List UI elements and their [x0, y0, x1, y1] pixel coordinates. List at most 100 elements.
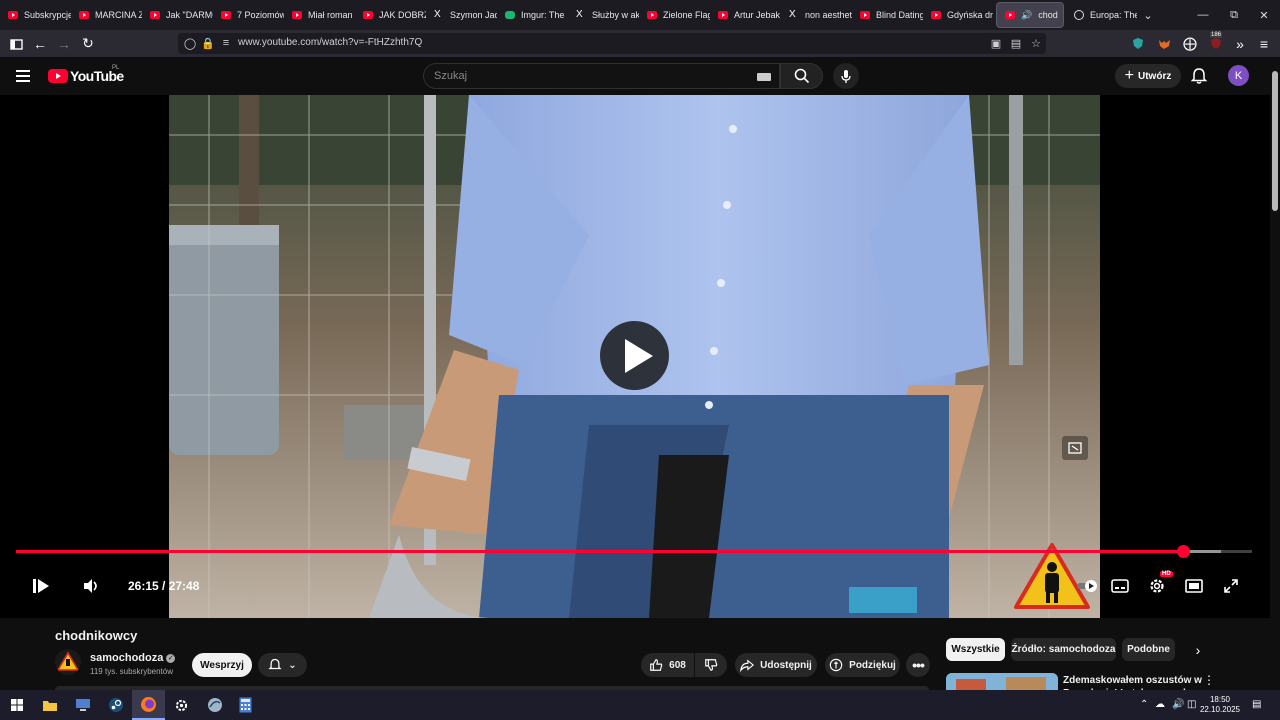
- browser-tab[interactable]: JAK DOBRZ: [355, 0, 426, 30]
- fullscreen-button[interactable]: [1219, 574, 1243, 598]
- bookmark-star-icon[interactable]: ☆: [1028, 35, 1044, 51]
- dislike-button[interactable]: [695, 653, 727, 677]
- autoplay-toggle[interactable]: [1075, 574, 1099, 598]
- file-explorer-icon[interactable]: [33, 690, 66, 720]
- thumbs-down-icon: [705, 659, 718, 671]
- browser-tab[interactable]: Zielone Flag: [639, 0, 710, 30]
- forward-button[interactable]: →: [53, 30, 75, 57]
- browser-tab[interactable]: 7 Poziomów: [213, 0, 284, 30]
- windows-start-icon[interactable]: [0, 690, 33, 720]
- search-input[interactable]: Szukaj: [434, 70, 467, 82]
- close-window-button[interactable]: ✕: [1248, 0, 1280, 30]
- recommended-video-title[interactable]: Zdemaskowałem oszustów w Barcelonie! Łat…: [1063, 674, 1203, 690]
- back-button[interactable]: ←: [29, 30, 51, 57]
- youtube-logo[interactable]: YouTube PL: [48, 65, 124, 84]
- channel-name-link[interactable]: samochodoza ✓: [90, 652, 176, 664]
- reader-view-icon[interactable]: ▤: [1008, 35, 1024, 51]
- chip-scroll-right-icon[interactable]: ›: [1188, 640, 1208, 660]
- chip-similar[interactable]: Podobne: [1122, 638, 1175, 661]
- chip-all[interactable]: Wszystkie: [946, 638, 1005, 661]
- like-button[interactable]: 608: [641, 653, 694, 677]
- x-icon: X: [434, 9, 441, 20]
- reload-button[interactable]: ↻: [77, 30, 99, 57]
- progress-bar[interactable]: [16, 545, 1252, 558]
- list-all-tabs-button[interactable]: ⌄: [1132, 0, 1164, 30]
- guide-menu-icon[interactable]: [16, 70, 30, 82]
- app-menu-icon[interactable]: ≡: [1253, 30, 1275, 57]
- support-label: Wesprzyj: [200, 659, 244, 671]
- url-text[interactable]: www.youtube.com/watch?v=-FtHZzhth7Q: [238, 37, 422, 48]
- notifications-bell-icon[interactable]: [1190, 67, 1208, 85]
- remote-desktop-icon[interactable]: [66, 690, 99, 720]
- steam-icon[interactable]: [99, 690, 132, 720]
- browser-tab[interactable]: X Służby w ak: [568, 0, 639, 30]
- tab-label: Subskrypcje: [24, 10, 71, 20]
- browser-tab[interactable]: Artur Jebak: [710, 0, 781, 30]
- recommended-more-icon[interactable]: ⋮: [1203, 673, 1215, 689]
- large-play-button[interactable]: [600, 321, 669, 390]
- browser-tab[interactable]: Blind Dating: [852, 0, 923, 30]
- theater-mode-button[interactable]: [1182, 574, 1206, 598]
- channel-name: samochodoza: [90, 652, 164, 664]
- create-button[interactable]: + Utwórz: [1115, 64, 1181, 88]
- vpn-app-icon[interactable]: [198, 690, 231, 720]
- picture-in-picture-icon[interactable]: ▣: [988, 35, 1004, 51]
- extension-fox-icon[interactable]: [1153, 30, 1175, 57]
- settings-app-icon[interactable]: [165, 690, 198, 720]
- support-button[interactable]: Wesprzyj: [192, 653, 252, 677]
- thanks-button[interactable]: Podziękuj: [825, 653, 900, 677]
- ublock-icon[interactable]: 186: [1205, 30, 1227, 57]
- permissions-icon[interactable]: ≡: [218, 35, 234, 51]
- search-box[interactable]: Szukaj: [423, 63, 780, 89]
- video-player[interactable]: 26:15 / 27:48 HD: [0, 95, 1270, 618]
- verified-check-icon: ✓: [166, 653, 176, 663]
- browser-tab[interactable]: Jak "DARMO: [142, 0, 213, 30]
- expand-overlay-icon[interactable]: [1062, 436, 1088, 460]
- tracking-shield-icon[interactable]: ◯: [182, 35, 198, 51]
- scrollbar-thumb[interactable]: [1272, 71, 1278, 211]
- notifications-center-icon[interactable]: ▤: [1252, 699, 1261, 710]
- page-scrollbar[interactable]: [1270, 57, 1280, 690]
- search-button[interactable]: [780, 63, 823, 89]
- network-tray-icon[interactable]: ◫: [1187, 699, 1196, 710]
- keyboard-icon[interactable]: [757, 73, 771, 81]
- browser-tab[interactable]: 🔊chod✕: [996, 2, 1064, 28]
- browser-tab[interactable]: MARCINA Z: [71, 0, 142, 30]
- tab-audio-speaker-icon[interactable]: 🔊: [1021, 10, 1032, 21]
- browser-tab[interactable]: Imgur: The: [497, 0, 568, 30]
- extensions-puzzle-icon[interactable]: ⨁: [1179, 30, 1201, 57]
- browser-tab[interactable]: X Szymon Jad: [426, 0, 497, 30]
- browser-tab[interactable]: Subskrypcje: [0, 0, 71, 30]
- browser-tab[interactable]: Gdyńska dr: [923, 0, 994, 30]
- calculator-icon[interactable]: [229, 690, 262, 720]
- share-button[interactable]: Udostępnij: [735, 653, 817, 677]
- volume-tray-icon[interactable]: 🔊: [1172, 699, 1184, 710]
- overflow-menu-icon[interactable]: »: [1229, 30, 1251, 57]
- tray-overflow-icon[interactable]: ⌃: [1140, 699, 1148, 710]
- extension-shield-icon[interactable]: [1127, 30, 1149, 57]
- recommended-video-thumbnail[interactable]: [946, 673, 1058, 690]
- play-button[interactable]: [29, 574, 53, 598]
- firefox-icon[interactable]: [132, 690, 165, 720]
- channel-avatar[interactable]: [55, 649, 81, 675]
- maximize-button[interactable]: ⧉: [1218, 0, 1250, 30]
- browser-tab[interactable]: Europa: The: [1066, 0, 1137, 30]
- sidebar-toggle-icon[interactable]: [5, 30, 27, 57]
- lock-icon[interactable]: 🔒: [200, 35, 216, 51]
- url-bar[interactable]: ◯ 🔒 ≡ www.youtube.com/watch?v=-FtHZzhth7…: [178, 33, 1046, 54]
- taskbar-clock[interactable]: 18:50 22.10.2025: [1198, 695, 1242, 715]
- settings-button[interactable]: [1145, 574, 1169, 598]
- browser-tab[interactable]: Xnon aesthet: [781, 0, 852, 30]
- account-avatar[interactable]: K: [1228, 65, 1249, 86]
- progress-scrubber-handle[interactable]: [1177, 545, 1191, 558]
- chip-source-channel[interactable]: Źródło: samochodoza: [1011, 638, 1116, 661]
- more-actions-button[interactable]: •••: [906, 653, 930, 677]
- minimize-button[interactable]: —: [1187, 0, 1219, 30]
- onedrive-cloud-icon[interactable]: ☁: [1155, 699, 1165, 710]
- voice-search-button[interactable]: [833, 63, 859, 89]
- browser-tab[interactable]: Miał roman: [284, 0, 355, 30]
- volume-button[interactable]: [79, 574, 103, 598]
- youtube-icon: [8, 11, 18, 19]
- subscription-notifications-button[interactable]: ⌄: [258, 653, 307, 677]
- subtitles-button[interactable]: [1108, 574, 1132, 598]
